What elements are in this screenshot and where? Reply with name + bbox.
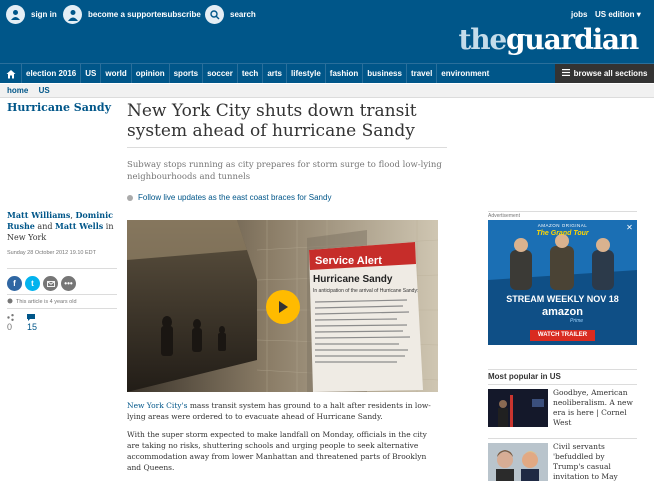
byline-and: and	[34, 222, 56, 231]
facebook-icon[interactable]: f	[7, 276, 22, 291]
chevron-down-icon: ▾	[636, 10, 641, 19]
subscribe-link[interactable]: subscribe	[163, 10, 201, 19]
breadcrumb-home[interactable]: home	[7, 86, 28, 95]
divider	[127, 147, 447, 148]
share-count: 0	[7, 322, 13, 332]
dateline: Sunday 28 October 2012 19.10 EDT	[7, 250, 96, 256]
sign-in-link[interactable]: sign in	[6, 5, 57, 24]
guardian-logo[interactable]: theguardian	[458, 23, 640, 57]
article-body: New York City's mass transit system has …	[127, 400, 439, 480]
age-notice: This article is 4 years old	[7, 298, 77, 306]
ad-amazon-logo: amazon	[542, 306, 583, 318]
ad-image	[488, 220, 637, 345]
nav-item-world[interactable]: world	[101, 64, 132, 83]
become-supporter-label: become a supporter	[88, 10, 165, 19]
sign-title: Service Alert	[315, 255, 382, 267]
user-icon	[6, 5, 25, 24]
sign-in-label: sign in	[31, 10, 57, 19]
divider	[7, 268, 117, 269]
most-popular-thumbnail	[488, 389, 548, 427]
browse-label: browse all sections	[573, 69, 648, 78]
advertisement[interactable]: ✕ AMAZON ORIGINAL The Grand Tour STREAM …	[488, 220, 637, 345]
most-popular-title: Civil servants 'befuddled by Trump's cas…	[553, 442, 618, 481]
author-link[interactable]: Matt Wells	[55, 221, 103, 231]
nav-item-us[interactable]: US	[81, 64, 102, 83]
section-label[interactable]: Hurricane Sandy	[7, 101, 111, 114]
divider	[7, 308, 117, 309]
jobs-link[interactable]: jobs	[571, 10, 587, 19]
clock-icon	[7, 298, 13, 306]
menu-icon	[561, 69, 570, 78]
bullet-icon	[127, 194, 133, 201]
section-nav: election 2016 US world opinion sports so…	[0, 63, 654, 83]
byline: Matt Williams, Dominic Rushe and Matt We…	[7, 210, 115, 243]
search-label: search	[230, 10, 256, 19]
sign-subtitle: Hurricane Sandy	[313, 274, 393, 285]
become-supporter-link[interactable]: become a supporter	[63, 5, 164, 24]
nav-item-soccer[interactable]: soccer	[203, 64, 238, 83]
nav-item-travel[interactable]: travel	[407, 64, 438, 83]
author-link[interactable]: Matt Williams	[7, 210, 70, 220]
most-popular-heading: Most popular in US	[488, 369, 637, 381]
most-popular-title: Goodbye, American neoliberalism. A new e…	[553, 388, 633, 427]
twitter-icon[interactable]: t	[25, 276, 40, 291]
list-item[interactable]: Goodbye, American neoliberalism. A new e…	[488, 384, 637, 430]
browse-all-sections-button[interactable]: browse all sections	[555, 64, 654, 83]
more-options-icon[interactable]: •••	[61, 276, 76, 291]
nav-item-business[interactable]: business	[363, 64, 407, 83]
logo-guardian: guardian	[506, 23, 639, 56]
supporter-icon	[63, 5, 82, 24]
nav-item-environment[interactable]: environment	[437, 64, 493, 83]
share-buttons: f t •••	[7, 276, 76, 291]
list-item[interactable]: Civil servants 'befuddled by Trump's cas…	[488, 438, 637, 492]
live-updates-label: Follow live updates as the east coast br…	[138, 193, 332, 202]
most-popular-thumbnail	[488, 443, 548, 481]
ad-show-title: The Grand Tour	[536, 230, 589, 237]
ad-watch-trailer-button[interactable]: WATCH TRAILER	[530, 330, 595, 341]
page-title: New York City shuts down transit system …	[127, 101, 417, 141]
nav-item-opinion[interactable]: opinion	[132, 64, 170, 83]
body-link[interactable]: New York City's	[127, 401, 187, 410]
nav-item-arts[interactable]: arts	[263, 64, 287, 83]
live-updates-link[interactable]: Follow live updates as the east coast br…	[127, 193, 331, 202]
logo-the: the	[458, 23, 508, 56]
nav-item-election[interactable]: election 2016	[22, 64, 82, 83]
home-icon[interactable]	[0, 64, 22, 83]
body-paragraph: With the super storm expected to make la…	[127, 430, 427, 472]
divider	[7, 294, 117, 295]
comment-count[interactable]: 15	[27, 322, 37, 332]
edition-selector[interactable]: US edition ▾	[595, 10, 641, 19]
age-notice-text: This article is 4 years old	[16, 299, 77, 305]
search-icon	[205, 5, 224, 24]
ad-stream-text: STREAM WEEKLY NOV 18	[506, 294, 619, 304]
nav-item-sports[interactable]: sports	[170, 64, 204, 83]
body-paragraph: New York City's mass transit system has …	[127, 400, 439, 422]
email-icon[interactable]	[43, 276, 58, 291]
service-alert-sign: Service Alert Hurricane Sandy In anticip…	[309, 242, 423, 392]
standfirst: Subway stops running as city prepares fo…	[127, 160, 442, 182]
breadcrumb: home US	[0, 84, 654, 98]
breadcrumb-us[interactable]: US	[39, 86, 50, 95]
advertisement-label: Advertisement	[488, 211, 637, 219]
nav-item-tech[interactable]: tech	[238, 64, 264, 83]
edition-label: US edition	[595, 10, 635, 19]
ad-prime-label: Prime	[570, 318, 584, 324]
main-media-video[interactable]: Service Alert Hurricane Sandy In anticip…	[127, 220, 438, 392]
play-icon	[279, 301, 288, 313]
top-bar: sign in become a supporter subscribe sea…	[0, 0, 654, 63]
nav-item-lifestyle[interactable]: lifestyle	[287, 64, 326, 83]
ad-top-line: AMAZON ORIGINAL	[537, 223, 588, 228]
play-button[interactable]	[266, 290, 300, 324]
sign-text: In anticipation of the arrival of Hurric…	[313, 288, 418, 294]
search-link[interactable]: search	[205, 5, 256, 24]
nav-item-fashion[interactable]: fashion	[326, 64, 364, 83]
